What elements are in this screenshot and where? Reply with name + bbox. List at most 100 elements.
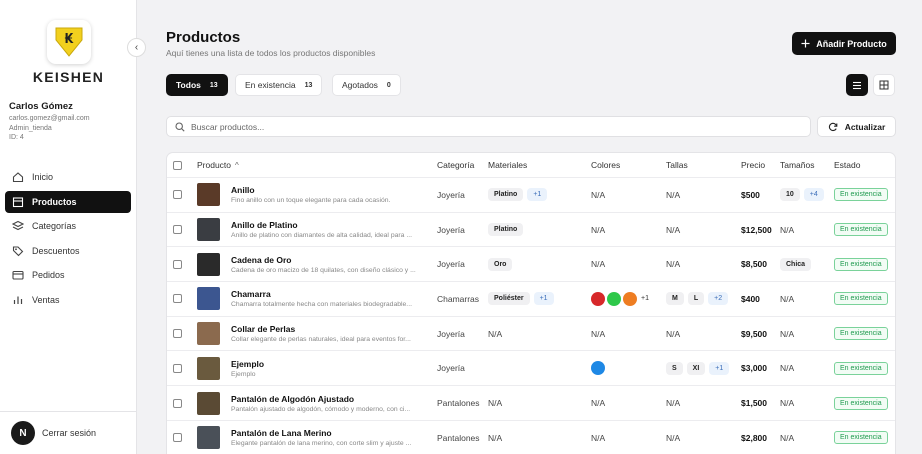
sort-icon: ^ [235,160,239,170]
logo-icon: ₭ [55,27,83,57]
layers-icon [11,220,24,233]
sidebar-item-ventas[interactable]: Ventas [5,289,131,311]
row-checkbox[interactable] [173,294,182,304]
row-checkbox[interactable] [173,329,182,339]
table-row[interactable]: Cadena de Oro Cadena de oro macizo de 18 … [167,247,895,283]
dimensions-na: N/A [780,363,795,374]
row-checkbox[interactable] [173,433,182,443]
product-name[interactable]: Chamarra [231,289,271,299]
product-thumbnail [197,426,220,450]
dimensions-na: N/A [780,398,795,409]
user-email: carlos.gomez@gmail.com [9,115,90,122]
sizes-na: N/A [666,398,681,409]
column-header-dimensions: Tamaños [780,160,815,170]
select-all-checkbox[interactable] [173,160,182,170]
logout-button[interactable]: N Cerrar sesión [0,411,137,454]
materials-na: N/A [488,398,503,409]
sizes-na: N/A [666,189,681,200]
list-view-button[interactable] [846,74,868,96]
table-row[interactable]: Pantalón de Lana Merino Elegante pantalón… [167,421,895,454]
table-row[interactable]: Collar de Perlas Collar elegante de perla… [167,317,895,352]
sidebar-item-descuentos[interactable]: Descuentos [5,240,131,262]
sidebar-item-productos[interactable]: Productos [5,190,131,213]
dimension-chip: Chica [780,257,812,271]
product-price: $500 [741,189,760,200]
row-checkbox[interactable] [173,190,182,200]
more-colors-chip[interactable]: +1 [639,292,651,305]
chevron-left-icon: ‹ [134,42,139,53]
column-header-price: Precio [741,160,766,170]
product-thumbnail [197,391,220,415]
table-row[interactable]: Chamarra Chamarra totalmente hecha con ma… [167,282,895,317]
sidebar-nav: Inicio Productos Categorías Descuentos P… [5,166,131,313]
colors-na: N/A [591,432,606,443]
product-name[interactable]: Cadena de Oro [231,255,291,265]
table-row[interactable]: Ejemplo Ejemplo Joyería S XI +1 $3,000 N/A En ex… [167,352,895,387]
column-header-product[interactable]: Producto ^ [197,153,239,177]
refresh-button[interactable]: Actualizar [817,116,896,137]
add-product-button[interactable]: Añadir Producto [792,32,896,55]
color-swatch [607,291,621,306]
tab-todos[interactable]: Todos 13 [166,74,228,96]
grid-view-button[interactable] [873,74,895,96]
row-checkbox[interactable] [173,363,182,373]
avatar: N [11,421,35,445]
more-sizes-chip[interactable]: +1 [709,361,730,375]
dimensions-na: N/A [780,293,795,304]
product-description: Elegante pantalón de lana merino, con co… [231,440,412,448]
table-header: Producto ^ Categoría Materiales Colores … [167,153,895,178]
status-badge: En existencia [834,396,888,410]
row-checkbox[interactable] [173,398,182,408]
materials-na: N/A [488,432,503,443]
product-category: Joyería [437,328,465,339]
status-badge: En existencia [834,257,888,271]
status-badge: En existencia [834,223,888,237]
status-badge: En existencia [834,188,888,202]
logout-label: Cerrar sesión [42,428,97,438]
more-materials-chip[interactable]: +1 [533,292,554,306]
product-category: Pantalones [437,398,480,409]
product-name[interactable]: Ejemplo [231,359,264,369]
product-thumbnail [197,322,220,346]
more-sizes-chip[interactable]: +2 [708,292,729,306]
dimensions-na: N/A [780,432,795,443]
row-checkbox[interactable] [173,225,182,235]
product-price: $1,500 [741,398,767,409]
search-input[interactable] [191,121,791,132]
product-category: Pantalones [437,432,480,443]
product-description: Pantalón ajustado de algodón, cómodo y m… [231,405,411,413]
product-description: Collar elegante de perlas naturales, ide… [231,336,411,344]
sidebar-item-label: Ventas [32,294,60,305]
product-name[interactable]: Collar de Perlas [231,324,295,334]
row-checkbox[interactable] [173,259,182,269]
product-name[interactable]: Anillo de Platino [231,220,298,230]
status-badge: En existencia [834,327,888,341]
box-icon [11,195,24,208]
sidebar-item-categorias[interactable]: Categorías [5,215,131,237]
tab-count: 0 [386,81,391,89]
brand-name: KEISHEN [32,69,105,85]
collapse-sidebar-button[interactable]: ‹ [127,38,146,57]
product-price: $9,500 [741,328,767,339]
table-row[interactable]: Anillo de Platino Anillo de platino con d… [167,213,895,248]
page-subtitle: Aquí tienes una lista de todos los produ… [166,48,376,58]
search-box [166,116,811,137]
product-name[interactable]: Pantalón de Lana Merino [231,428,332,438]
more-materials-chip[interactable]: +1 [527,188,548,202]
more-dimensions-chip[interactable]: +4 [803,188,824,202]
tab-agotados[interactable]: Agotados 0 [332,74,401,96]
sidebar-item-inicio[interactable]: Inicio [5,166,131,188]
product-name[interactable]: Anillo [231,185,255,195]
tab-en-existencia[interactable]: En existencia 13 [235,74,323,96]
table-row[interactable]: Pantalón de Algodón Ajustado Pantalón aju… [167,386,895,421]
status-badge: En existencia [834,431,888,445]
colors-na: N/A [591,224,606,235]
plus-icon [801,39,810,48]
brand-logo: ₭ [47,20,91,64]
column-header-materials: Materiales [488,160,528,170]
table-row[interactable]: Anillo Fino anillo con un toque elegante … [167,178,895,213]
size-chip: S [666,361,683,375]
product-name[interactable]: Pantalón de Algodón Ajustado [231,394,354,404]
sidebar-item-pedidos[interactable]: Pedidos [5,264,131,286]
size-chip: M [666,292,684,306]
